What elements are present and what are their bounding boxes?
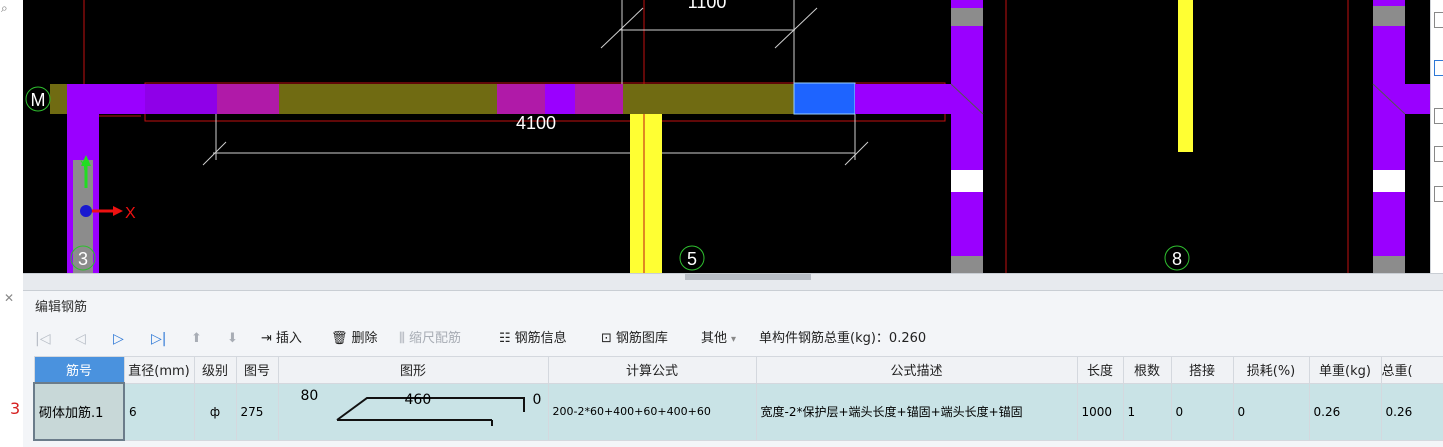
other-label: 其他: [701, 331, 728, 346]
dimension-main: 4100: [516, 113, 556, 133]
left-side-panel: ⌕ ✕ 3: [0, 0, 24, 447]
col-header-formula[interactable]: 计算公式: [547, 356, 757, 384]
dimension-upper: 1100: [688, 0, 727, 12]
shape-middle-value[interactable]: 460: [405, 392, 432, 408]
rebar-info-button[interactable]: ☷ 钢筋信息: [499, 327, 567, 351]
chevron-down-icon: ▾: [731, 334, 737, 345]
axis-bubble-3: 3: [78, 249, 88, 269]
col-header-unit-weight[interactable]: 单重(kg): [1308, 356, 1382, 384]
cell-formula[interactable]: 200-2*60+400+60+400+60: [547, 382, 757, 441]
cell-grade[interactable]: ф: [193, 382, 237, 441]
panel-splitter[interactable]: [23, 273, 1443, 291]
cell-formula-desc[interactable]: 宽度-2*保护层+端头长度+锚固+端头长度+锚固: [755, 382, 1078, 441]
table-header: 筋号 直径(mm) 级别 图号 图形 计算公式 公式描述 长度 根数 搭接 损耗…: [33, 356, 1443, 384]
cell-length[interactable]: 1000: [1076, 382, 1124, 441]
cell-bar-no[interactable]: 砌体加筋.1: [33, 382, 125, 441]
tool-icon[interactable]: [1434, 108, 1443, 124]
trash-icon: 🗑: [331, 331, 348, 346]
x-axis-label: X: [125, 205, 136, 222]
last-record-icon[interactable]: ▷|: [151, 327, 166, 351]
drawing-canvas[interactable]: X Y M 3 5 8 4100 1100: [23, 0, 1430, 273]
move-up-icon[interactable]: ⬆: [191, 327, 202, 351]
scale-rebar-button[interactable]: ⫼ 缩尺配筋: [399, 327, 461, 351]
library-icon: ⊡: [601, 331, 612, 346]
shape-left-value[interactable]: 80: [301, 388, 319, 404]
right-tool-strip: [1430, 0, 1443, 273]
tool-icon[interactable]: [1434, 60, 1443, 76]
other-dropdown[interactable]: 其他 ▾: [701, 327, 736, 351]
scale-rebar-label: 缩尺配筋: [408, 331, 461, 346]
tool-icon[interactable]: [1434, 12, 1443, 28]
edit-rebar-panel: 编辑钢筋 |◁ ◁ ▷ ▷| ⬆ ⬇ ⇥ 插入 🗑 删除 ⫼ 缩尺配筋 ☷ 钢筋信息 ⊡…: [23, 291, 1443, 447]
rebar-library-label: 钢筋图库: [615, 331, 668, 346]
cell-diameter[interactable]: 6: [123, 382, 195, 441]
shape-right-value[interactable]: 0: [533, 392, 542, 408]
col-header-formula-desc[interactable]: 公式描述: [755, 356, 1078, 384]
col-header-shape-no[interactable]: 图号: [235, 356, 279, 384]
col-header-grade[interactable]: 级别: [193, 356, 237, 384]
col-header-lap[interactable]: 搭接: [1170, 356, 1234, 384]
search-icon[interactable]: ⌕: [1, 1, 8, 16]
col-header-total-weight[interactable]: 总重(: [1380, 356, 1443, 384]
insert-button[interactable]: ⇥ 插入: [261, 327, 302, 351]
scale-icon: ⫼: [399, 331, 405, 346]
tool-icon[interactable]: [1434, 186, 1443, 202]
first-record-icon[interactable]: |◁: [35, 327, 50, 351]
insert-icon: ⇥: [261, 331, 272, 346]
col-header-shape[interactable]: 图形: [277, 356, 549, 384]
close-icon[interactable]: ✕: [4, 291, 14, 305]
rebar-table: 筋号 直径(mm) 级别 图号 图形 计算公式 公式描述 长度 根数 搭接 损耗…: [33, 356, 1443, 441]
delete-label: 删除: [351, 331, 378, 346]
col-header-bar-no[interactable]: 筋号: [33, 356, 125, 384]
move-down-icon[interactable]: ⬇: [227, 327, 238, 351]
delete-button[interactable]: 🗑 删除: [331, 327, 378, 351]
col-header-loss[interactable]: 损耗(%): [1232, 356, 1310, 384]
info-icon: ☷: [499, 331, 511, 346]
cell-lap[interactable]: 0: [1170, 382, 1234, 441]
axis-bubble-8: 8: [1172, 249, 1182, 269]
cell-total-weight[interactable]: 0.26: [1380, 382, 1443, 441]
panel-title: 编辑钢筋: [35, 300, 88, 315]
cell-loss[interactable]: 0: [1232, 382, 1310, 441]
prev-record-icon[interactable]: ◁: [75, 327, 86, 351]
rebar-library-button[interactable]: ⊡ 钢筋图库: [601, 327, 668, 351]
cell-shape[interactable]: 80 460 0: [277, 382, 549, 441]
cell-count[interactable]: 1: [1122, 382, 1172, 441]
next-record-icon[interactable]: ▷: [113, 327, 124, 351]
insert-label: 插入: [275, 331, 302, 346]
col-header-length[interactable]: 长度: [1076, 356, 1124, 384]
rebar-info-label: 钢筋信息: [514, 331, 567, 346]
total-weight: 单构件钢筋总重(kg)：0.260: [759, 331, 927, 346]
col-header-diameter[interactable]: 直径(mm): [123, 356, 195, 384]
table-row[interactable]: 砌体加筋.1 6 ф 275 80 460 0 200-2*60+400+60+…: [33, 382, 1443, 441]
splitter-grip[interactable]: [685, 274, 811, 280]
row-number: 3: [10, 399, 21, 418]
y-axis-label: Y: [80, 157, 90, 173]
tool-icon[interactable]: [1434, 146, 1443, 162]
axis-bubble-5: 5: [687, 249, 697, 269]
cell-shape-no[interactable]: 275: [235, 382, 279, 441]
cell-unit-weight[interactable]: 0.26: [1308, 382, 1382, 441]
toolbar: |◁ ◁ ▷ ▷| ⬆ ⬇ ⇥ 插入 🗑 删除 ⫼ 缩尺配筋 ☷ 钢筋信息 ⊡ 钢筋图库 …: [23, 327, 1443, 351]
col-header-count[interactable]: 根数: [1122, 356, 1172, 384]
axis-bubble-m: M: [31, 90, 46, 110]
